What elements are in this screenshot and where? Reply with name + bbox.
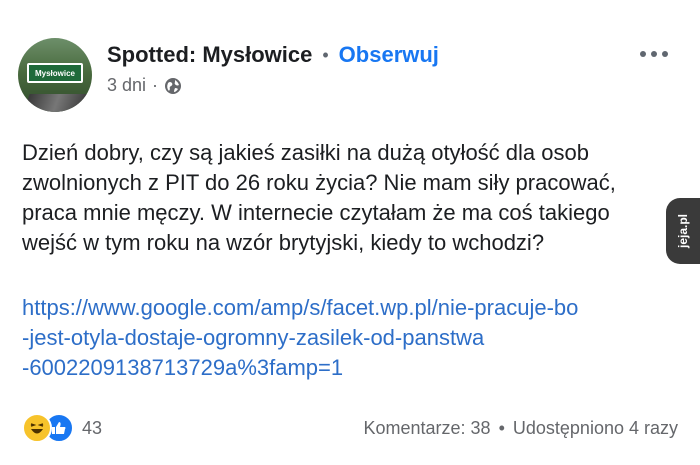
post-link[interactable]: https://www.google.com/amp/s/facet.wp.pl… bbox=[22, 293, 682, 383]
more-dot bbox=[640, 51, 646, 57]
separator-dot: • bbox=[322, 44, 329, 65]
comments-count[interactable]: Komentarze: 38 bbox=[364, 418, 491, 439]
name-row: Spotted: Mysłowice • Obserwuj bbox=[107, 40, 439, 70]
avatar-road bbox=[22, 94, 90, 112]
timestamp-separator: · bbox=[152, 75, 159, 95]
avatar[interactable]: Mysłowice bbox=[18, 38, 92, 112]
post-footer: 43 Komentarze: 38 • Udostępniono 4 razy bbox=[22, 410, 678, 446]
haha-icon bbox=[22, 413, 52, 443]
page-name[interactable]: Spotted: Mysłowice bbox=[107, 42, 312, 68]
reaction-count: 43 bbox=[82, 417, 103, 438]
more-dot bbox=[651, 51, 657, 57]
post-text: Dzień dobry, czy są jakieś zasiłki na du… bbox=[22, 140, 616, 255]
avatar-sign: Mysłowice bbox=[27, 63, 83, 83]
globe-icon[interactable] bbox=[164, 77, 182, 95]
post-stats: Komentarze: 38 • Udostępniono 4 razy bbox=[364, 418, 679, 439]
watermark-logo: jeja.pl bbox=[666, 198, 700, 264]
timestamp-row: 3 dni · bbox=[107, 75, 439, 96]
more-options-icon[interactable] bbox=[640, 44, 668, 64]
follow-button[interactable]: Obserwuj bbox=[339, 42, 439, 68]
more-dot bbox=[662, 51, 668, 57]
stats-separator: • bbox=[498, 418, 505, 438]
shares-count[interactable]: Udostępniono 4 razy bbox=[513, 418, 678, 439]
watermark-text: jeja.pl bbox=[676, 213, 690, 248]
post-header: Mysłowice Spotted: Mysłowice • Obserwuj … bbox=[18, 38, 682, 116]
post-meta: Spotted: Mysłowice • Obserwuj 3 dni · bbox=[107, 40, 439, 96]
timestamp[interactable]: 3 dni bbox=[107, 75, 146, 96]
reactions[interactable]: 43 bbox=[22, 413, 102, 443]
